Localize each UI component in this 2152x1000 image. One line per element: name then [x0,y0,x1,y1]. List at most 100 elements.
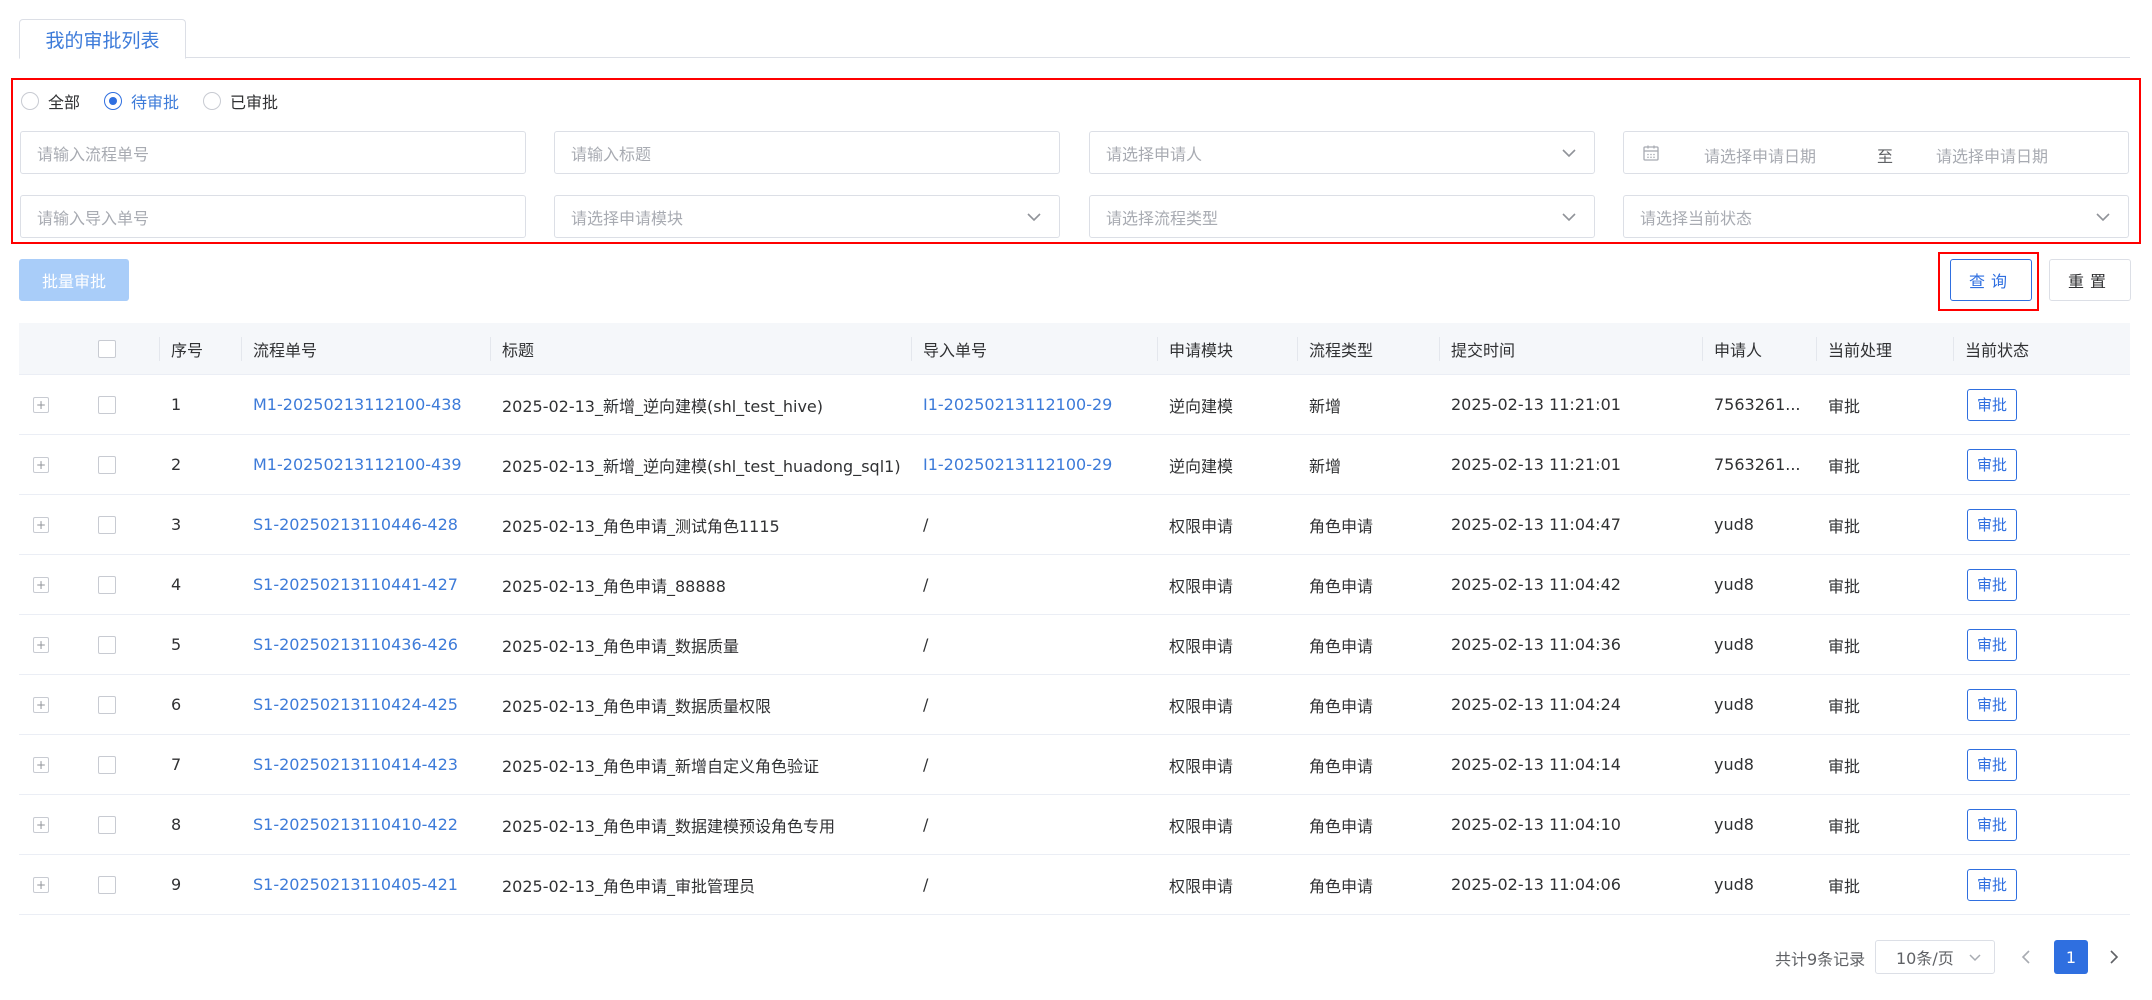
header-submit-time: 提交时间 [1438,323,1515,374]
select-cell [98,855,116,914]
approve-button[interactable]: 审批 [1967,508,2018,541]
row-checkbox[interactable] [98,515,116,534]
cell-module: 权限申请 [1169,816,1234,836]
expand-cell: + [33,795,49,854]
process-no-link[interactable]: S1-20250213110441-427 [253,555,458,614]
cell-submit-time: 2025-02-13 11:04:36 [1451,635,1621,654]
import-no-input[interactable]: 请输入导入单号 [20,195,526,238]
status-select[interactable]: 请选择当前状态 [1623,195,2129,238]
approve-button[interactable]: 审批 [1967,808,2018,841]
approve-button[interactable]: 审批 [1967,868,2018,901]
cell-process-type: 角色申请 [1309,636,1374,656]
cell-import-no: / [923,515,929,534]
query-button[interactable]: 查询 [1950,259,2032,301]
approve-button[interactable]: 审批 [1967,628,2018,661]
expand-icon[interactable]: + [33,636,49,653]
page-number-current[interactable]: 1 [2054,940,2088,974]
expand-icon[interactable]: + [33,876,49,893]
cell-handler: 审批 [1828,396,1861,416]
radio-all[interactable]: 全部 [21,89,80,113]
title-input[interactable]: 请输入标题 [554,131,1060,174]
process-no-link[interactable]: M1-20250213112100-438 [253,375,462,434]
row-checkbox[interactable] [98,875,116,894]
placeholder-text: 请选择当前状态 [1640,208,1753,228]
table-row: +4 S1-20250213110441-427 2025-02-13_角色申请_8… [19,555,2130,615]
cell-index: 7 [171,755,182,774]
row-checkbox[interactable] [98,395,116,414]
reset-button[interactable]: 重置 [2049,259,2131,301]
table-row: +5 S1-20250213110436-426 2025-02-13_角色申请_数… [19,615,2130,675]
expand-icon[interactable]: + [33,396,49,413]
module-select[interactable]: 请选择申请模块 [554,195,1060,238]
process-no-link[interactable]: S1-20250213110410-422 [253,795,458,854]
cell-module: 逆向建模 [1169,456,1234,476]
process-no-input[interactable]: 请输入流程单号 [20,131,526,174]
import-no-link[interactable]: I1-20250213112100-29 [923,435,1112,494]
row-checkbox[interactable] [98,755,116,774]
process-no-link[interactable]: M1-20250213112100-439 [253,435,462,494]
approve-button[interactable]: 审批 [1967,748,2018,781]
cell-process-type: 新增 [1309,396,1342,416]
tab-my-approvals[interactable]: 我的审批列表 [19,19,186,59]
process-type-select[interactable]: 请选择流程类型 [1089,195,1595,238]
cell-handler: 审批 [1828,816,1861,836]
cell-process-type: 角色申请 [1309,756,1374,776]
apply-date-range-picker[interactable]: 请选择申请日期 至 请选择申请日期 [1623,131,2129,174]
date-end-input[interactable]: 请选择申请日期 [1936,143,2048,167]
row-checkbox[interactable] [98,635,116,654]
row-checkbox[interactable] [98,455,116,474]
applicant-select[interactable]: 请选择申请人 [1089,131,1595,174]
status-cell: 审批 [1967,375,2018,434]
page-size-select[interactable]: 10条/页 [1875,940,1995,974]
header-title: 标题 [489,323,534,374]
select-all-checkbox[interactable] [98,339,116,358]
cell-title: 2025-02-13_角色申请_审批管理员 [502,876,755,896]
cell-import-no: / [923,755,929,774]
date-start-input[interactable]: 请选择申请日期 [1704,143,1816,167]
select-cell [98,495,116,554]
cell-module: 权限申请 [1169,636,1234,656]
process-no-link[interactable]: S1-20250213110424-425 [253,675,458,734]
expand-icon[interactable]: + [33,756,49,773]
header-module: 申请模块 [1156,323,1233,374]
expand-icon[interactable]: + [33,576,49,593]
process-no-link[interactable]: S1-20250213110414-423 [253,735,458,794]
select-cell [98,675,116,734]
process-no-link[interactable]: S1-20250213110436-426 [253,615,458,674]
cell-index: 9 [171,875,182,894]
cell-import-no: / [923,635,929,654]
row-checkbox[interactable] [98,815,116,834]
cell-submit-time: 2025-02-13 11:21:01 [1451,395,1621,414]
radio-label: 待审批 [131,93,180,112]
cell-applicant: yud8 [1714,875,1754,894]
approve-button[interactable]: 审批 [1967,388,2018,421]
row-checkbox[interactable] [98,575,116,594]
chevron-left-icon[interactable] [2016,945,2036,969]
process-no-link[interactable]: S1-20250213110446-428 [253,495,458,554]
approval-page: 我的审批列表 全部 待审批 已审批 请输入流程单号 请输入标题 请选择申请人 请… [0,0,2152,1000]
cell-handler: 审批 [1828,696,1861,716]
approve-button[interactable]: 审批 [1967,448,2018,481]
table-row: +1 M1-20250213112100-438 2025-02-13_新增_逆向建… [19,375,2130,435]
cell-applicant: yud8 [1714,755,1754,774]
process-no-link[interactable]: S1-20250213110405-421 [253,855,458,914]
expand-icon[interactable]: + [33,456,49,473]
radio-circle [203,92,222,110]
import-no-link[interactable]: I1-20250213112100-29 [923,375,1112,434]
status-cell: 审批 [1967,555,2018,614]
approve-button[interactable]: 审批 [1967,688,2018,721]
table-row: +2 M1-20250213112100-439 2025-02-13_新增_逆向建… [19,435,2130,495]
header-select-all[interactable] [98,323,116,374]
row-checkbox[interactable] [98,695,116,714]
header-import-no: 导入单号 [910,323,987,374]
radio-approved[interactable]: 已审批 [203,89,278,113]
approve-button[interactable]: 审批 [1967,568,2018,601]
expand-icon[interactable]: + [33,816,49,833]
status-cell: 审批 [1967,435,2018,494]
radio-pending[interactable]: 待审批 [104,89,179,113]
chevron-right-icon[interactable] [2104,945,2124,969]
expand-icon[interactable]: + [33,696,49,713]
batch-approve-button[interactable]: 批量审批 [19,259,129,301]
cell-index: 4 [171,575,182,594]
expand-icon[interactable]: + [33,516,49,533]
